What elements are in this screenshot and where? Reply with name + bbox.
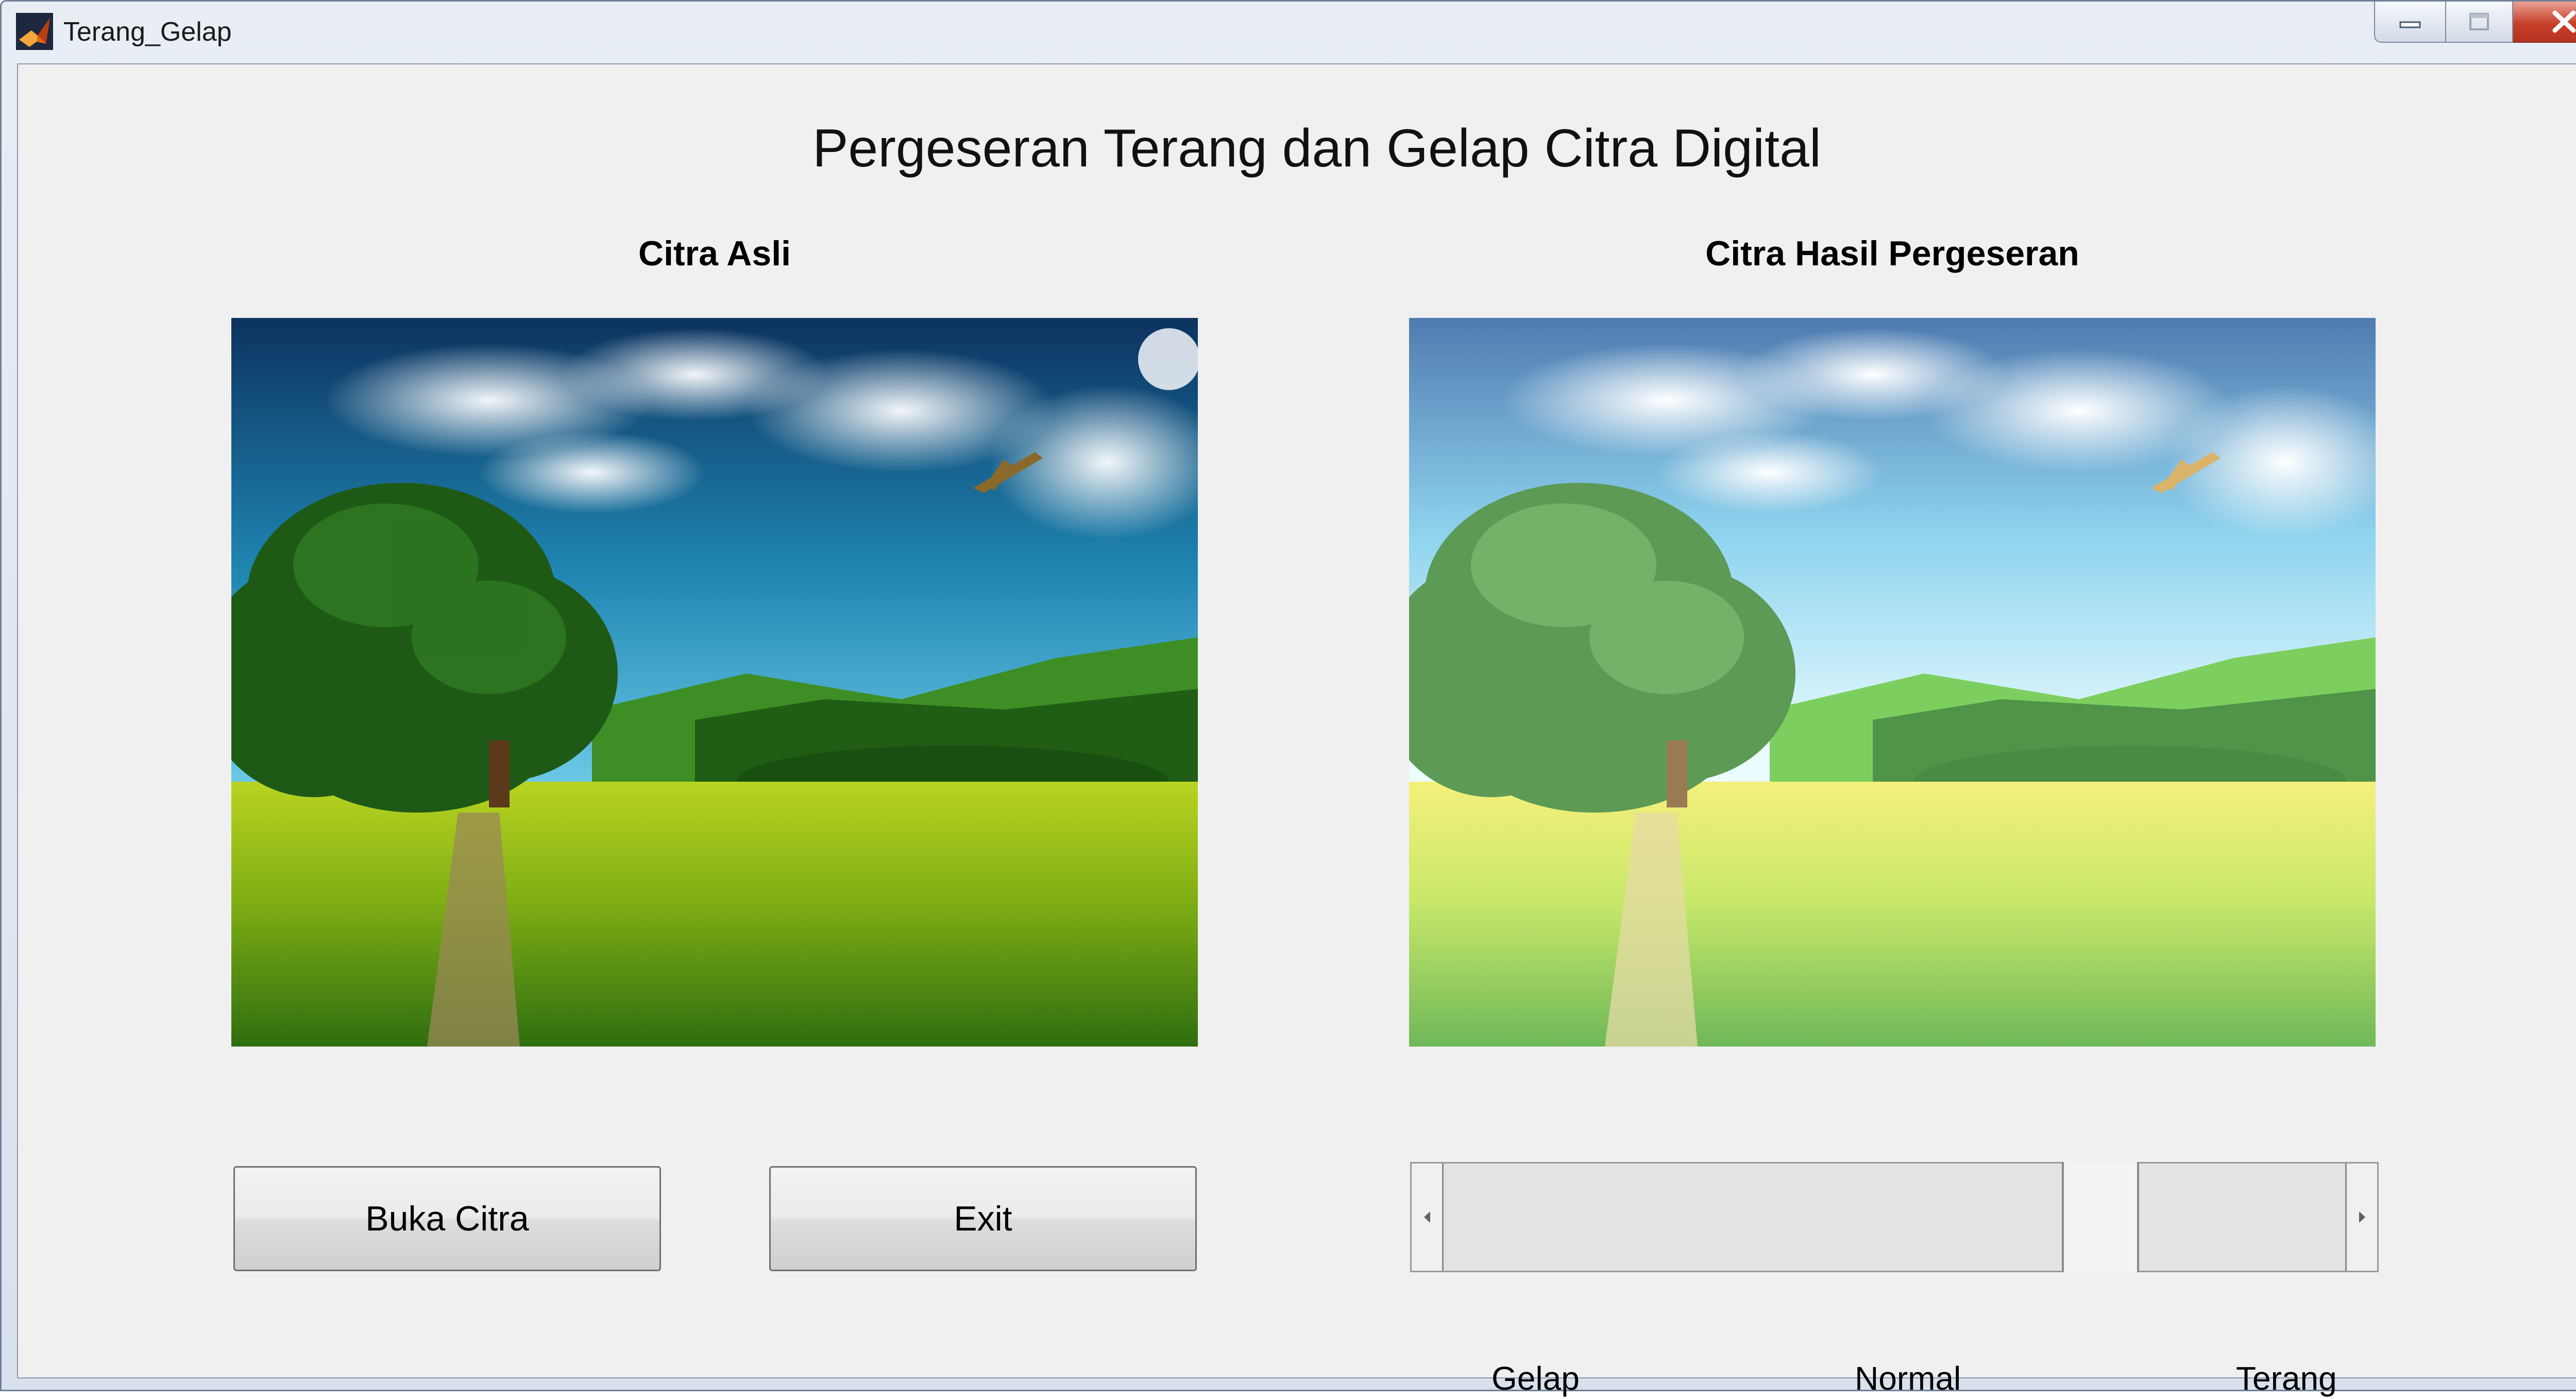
result-image-label: Citra Hasil Pergeseran — [1705, 234, 2079, 273]
slider-thumb[interactable] — [2062, 1162, 2139, 1272]
figure-client-area: Pergeseran Terang dan Gelap Citra Digita… — [17, 63, 2576, 1397]
maximize-icon — [2469, 13, 2489, 30]
slider-increment-button[interactable] — [2345, 1164, 2377, 1271]
minimize-button[interactable] — [2374, 2, 2446, 43]
slider-decrement-button[interactable] — [1412, 1164, 1444, 1271]
window-title: Terang_Gelap — [63, 17, 232, 47]
original-image-label: Citra Asli — [638, 234, 791, 273]
slider-track[interactable] — [1444, 1162, 2345, 1272]
arrow-right-icon — [2359, 1211, 2365, 1223]
open-image-button[interactable]: Buka Citra — [233, 1166, 661, 1271]
landscape-image-original — [231, 318, 1198, 1047]
maximize-button[interactable] — [2446, 2, 2513, 43]
landscape-image-result — [1409, 318, 2376, 1047]
arrow-left-icon — [1423, 1211, 1430, 1223]
slider-label-normal: Normal — [1855, 1360, 1961, 1397]
title-bar[interactable]: Terang_Gelap — [2, 2, 2576, 62]
minimize-icon — [2399, 21, 2421, 28]
exit-button[interactable]: Exit — [769, 1166, 1197, 1271]
matlab-icon — [16, 13, 53, 50]
close-button[interactable] — [2513, 2, 2576, 43]
original-image-axes — [231, 318, 1198, 1047]
window-controls — [2374, 2, 2576, 43]
app-window: Terang_Gelap Pergeseran Terang dan Gelap… — [0, 0, 2576, 1397]
close-icon — [2552, 10, 2576, 33]
slider-label-bright: Terang — [2236, 1360, 2337, 1397]
brightness-slider[interactable] — [1410, 1162, 2379, 1272]
slider-label-dark: Gelap — [1492, 1360, 1580, 1397]
page-title: Pergeseran Terang dan Gelap Citra Digita… — [812, 119, 1821, 178]
result-image-axes — [1409, 318, 2376, 1047]
